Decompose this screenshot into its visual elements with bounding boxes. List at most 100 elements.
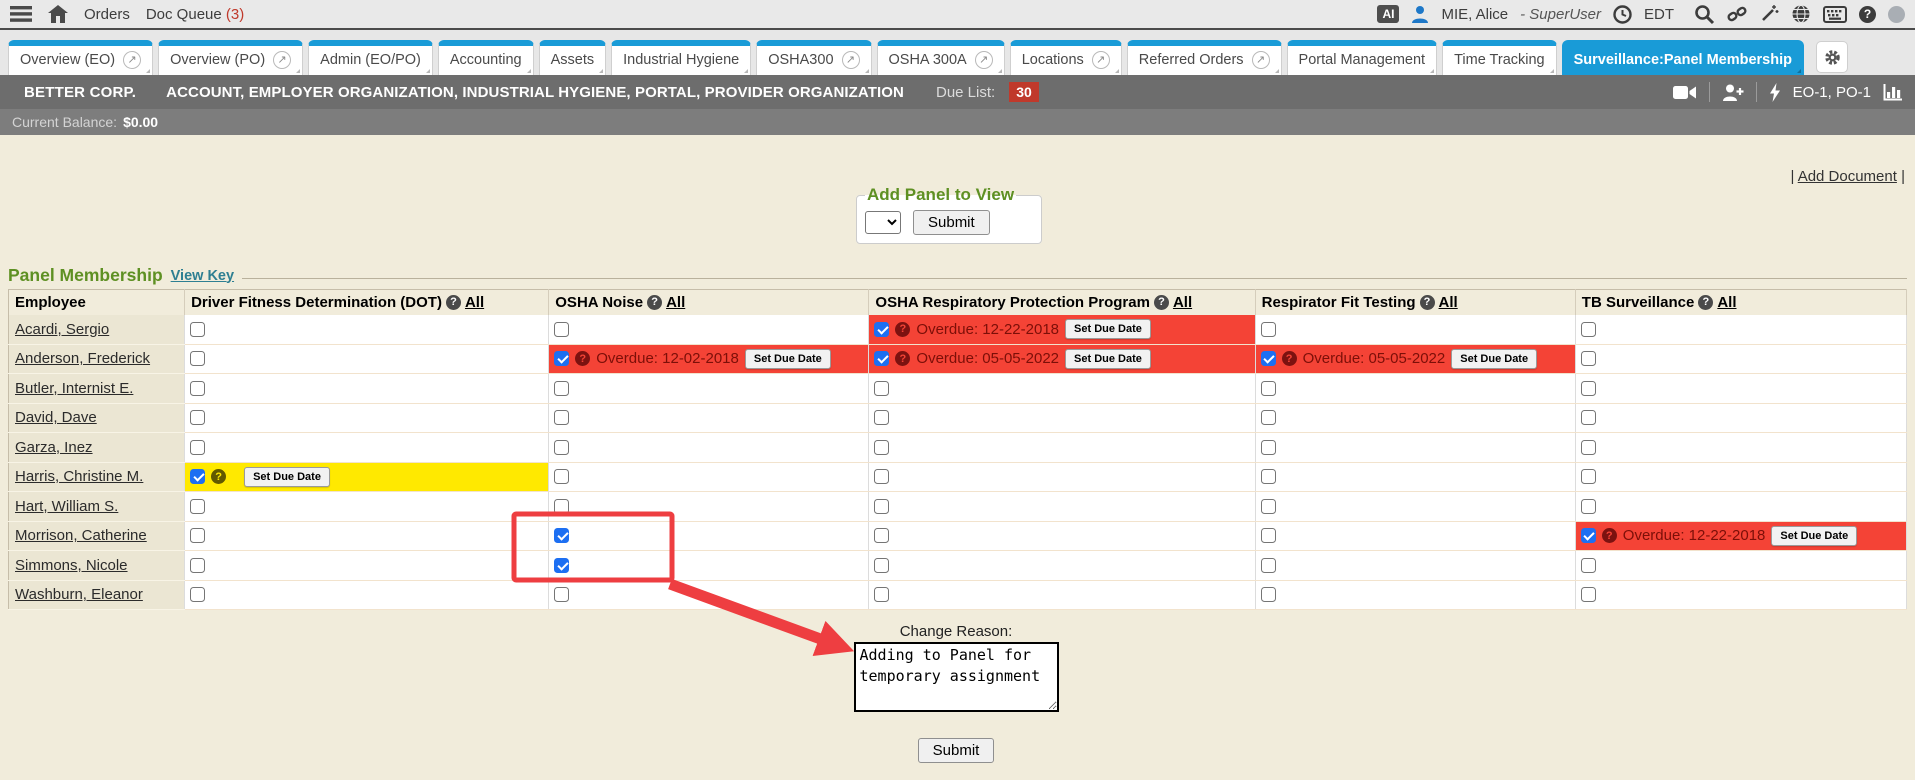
panel-checkbox[interactable] [554, 381, 569, 396]
employee-link[interactable]: Harris, Christine M. [15, 468, 143, 485]
question-icon[interactable]: ? [1602, 528, 1617, 543]
keyboard-icon[interactable] [1823, 6, 1847, 23]
employee-link[interactable]: Simmons, Nicole [15, 557, 128, 574]
lightning-icon[interactable] [1769, 83, 1781, 102]
question-icon[interactable]: ? [446, 295, 461, 310]
panel-checkbox[interactable] [1581, 499, 1596, 514]
tab-portal-management[interactable]: Portal Management [1287, 40, 1438, 75]
set-due-date-button[interactable]: Set Due Date [1065, 319, 1151, 339]
question-icon[interactable]: ? [1420, 295, 1435, 310]
tab-industrial-hygiene[interactable]: Industrial Hygiene [611, 40, 751, 75]
column-select-all-link[interactable]: All [666, 294, 685, 311]
panel-checkbox[interactable] [1581, 440, 1596, 455]
question-icon[interactable]: ? [895, 322, 910, 337]
video-camera-icon[interactable] [1673, 85, 1697, 100]
panel-checkbox[interactable] [1261, 410, 1276, 425]
panel-checkbox[interactable] [1261, 528, 1276, 543]
panel-checkbox[interactable] [1581, 558, 1596, 573]
employee-link[interactable]: Hart, William S. [15, 498, 118, 515]
due-list-count-badge[interactable]: 30 [1009, 82, 1039, 102]
panel-checkbox[interactable] [874, 528, 889, 543]
panel-checkbox[interactable] [1581, 322, 1596, 337]
panel-checkbox[interactable] [1581, 528, 1596, 543]
avatar-placeholder[interactable] [1888, 6, 1905, 23]
panel-checkbox[interactable] [554, 351, 569, 366]
help-icon[interactable]: ? [1859, 6, 1876, 23]
globe-icon[interactable] [1791, 4, 1811, 24]
panel-checkbox[interactable] [554, 322, 569, 337]
panel-checkbox[interactable] [190, 381, 205, 396]
panel-checkbox[interactable] [1581, 587, 1596, 602]
panel-checkbox[interactable] [1581, 351, 1596, 366]
add-panel-submit-button[interactable]: Submit [913, 210, 990, 235]
employee-link[interactable]: Washburn, Eleanor [15, 586, 143, 603]
panel-checkbox[interactable] [190, 351, 205, 366]
tab-admin-eo-po-[interactable]: Admin (EO/PO) [308, 40, 433, 75]
panel-checkbox[interactable] [1261, 351, 1276, 366]
set-due-date-button[interactable]: Set Due Date [745, 349, 831, 369]
nav-doc-queue[interactable]: Doc Queue (3) [146, 6, 244, 23]
panel-checkbox[interactable] [554, 587, 569, 602]
panel-checkbox[interactable] [554, 499, 569, 514]
tab-settings-button[interactable] [1816, 41, 1848, 73]
set-due-date-button[interactable]: Set Due Date [1771, 526, 1857, 546]
change-reason-textarea[interactable]: Adding to Panel for temporary assignment [854, 642, 1059, 712]
column-select-all-link[interactable]: All [465, 294, 484, 311]
set-due-date-button[interactable]: Set Due Date [1065, 349, 1151, 369]
panel-checkbox[interactable] [554, 410, 569, 425]
panel-checkbox[interactable] [1261, 558, 1276, 573]
panel-checkbox[interactable] [1261, 469, 1276, 484]
panel-checkbox[interactable] [190, 440, 205, 455]
panel-checkbox[interactable] [190, 410, 205, 425]
add-person-icon[interactable] [1722, 84, 1744, 101]
tab-locations[interactable]: Locations↗ [1010, 40, 1122, 75]
question-icon[interactable]: ? [1154, 295, 1169, 310]
hamburger-menu-icon[interactable] [10, 6, 32, 22]
panel-checkbox[interactable] [190, 499, 205, 514]
panel-checkbox[interactable] [554, 469, 569, 484]
panel-checkbox[interactable] [1261, 440, 1276, 455]
panel-checkbox[interactable] [1261, 499, 1276, 514]
user-name[interactable]: MIE, Alice [1441, 6, 1508, 23]
panel-checkbox[interactable] [190, 469, 205, 484]
employee-link[interactable]: Acardi, Sergio [15, 321, 109, 338]
employee-link[interactable]: Butler, Internist E. [15, 380, 133, 397]
panel-checkbox[interactable] [1581, 410, 1596, 425]
panel-checkbox[interactable] [1581, 381, 1596, 396]
panel-checkbox[interactable] [874, 381, 889, 396]
add-document-link[interactable]: Add Document [1798, 168, 1897, 185]
panel-checkbox[interactable] [874, 499, 889, 514]
panel-checkbox[interactable] [554, 528, 569, 543]
set-due-date-button[interactable]: Set Due Date [244, 467, 330, 487]
tab-time-tracking[interactable]: Time Tracking [1442, 40, 1557, 75]
panel-checkbox[interactable] [874, 351, 889, 366]
panel-checkbox[interactable] [874, 558, 889, 573]
tab-assets[interactable]: Assets [539, 40, 607, 75]
nav-orders[interactable]: Orders [84, 6, 130, 23]
tab-osha300[interactable]: OSHA300↗ [756, 40, 871, 75]
view-key-link[interactable]: View Key [171, 268, 234, 284]
panel-checkbox[interactable] [1261, 322, 1276, 337]
column-select-all-link[interactable]: All [1717, 294, 1736, 311]
panel-checkbox[interactable] [1581, 469, 1596, 484]
employee-link[interactable]: David, Dave [15, 409, 97, 426]
panel-checkbox[interactable] [190, 322, 205, 337]
panel-checkbox[interactable] [190, 587, 205, 602]
clock-icon[interactable] [1613, 5, 1632, 24]
panel-checkbox[interactable] [554, 558, 569, 573]
add-panel-select[interactable] [865, 211, 901, 234]
tab-surveillance-panel-membership[interactable]: Surveillance:Panel Membership [1562, 40, 1804, 75]
panel-checkbox[interactable] [874, 322, 889, 337]
employee-link[interactable]: Anderson, Frederick [15, 350, 150, 367]
link-icon[interactable] [1727, 4, 1747, 24]
employee-link[interactable]: Garza, Inez [15, 439, 93, 456]
panel-checkbox[interactable] [874, 440, 889, 455]
ai-badge[interactable]: AI [1377, 5, 1399, 23]
panel-checkbox[interactable] [874, 410, 889, 425]
panel-checkbox[interactable] [874, 587, 889, 602]
panel-checkbox[interactable] [190, 528, 205, 543]
panel-checkbox[interactable] [190, 558, 205, 573]
question-icon[interactable]: ? [895, 351, 910, 366]
change-reason-submit-button[interactable]: Submit [918, 738, 995, 763]
column-select-all-link[interactable]: All [1439, 294, 1458, 311]
